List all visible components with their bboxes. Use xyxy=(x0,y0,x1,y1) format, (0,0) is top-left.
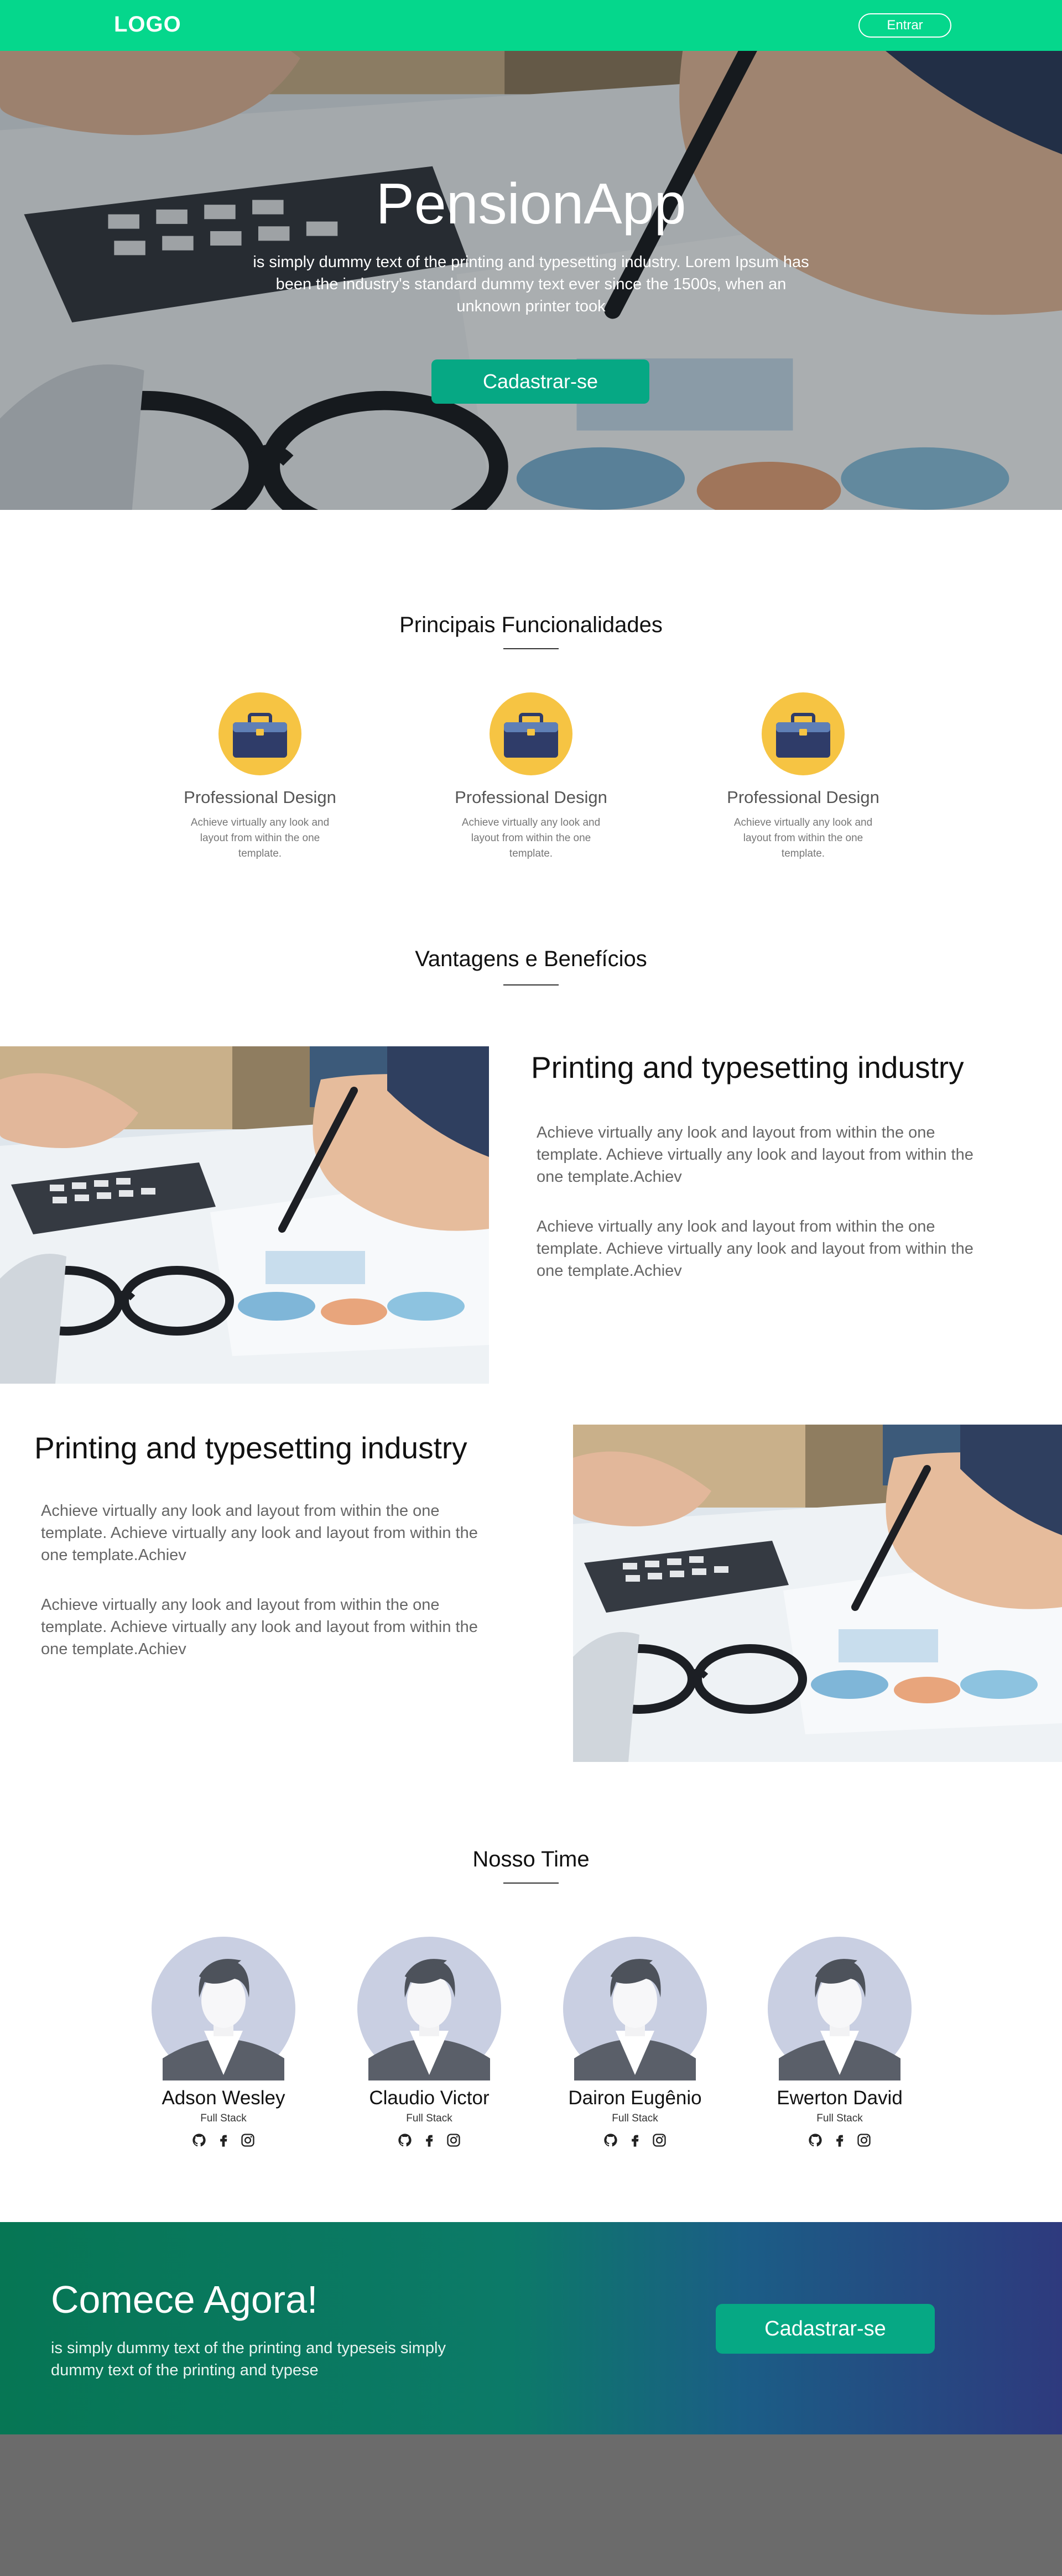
social-links xyxy=(152,2132,295,2148)
facebook-icon[interactable] xyxy=(216,2132,231,2148)
briefcase-icon xyxy=(762,692,845,775)
instagram-icon[interactable] xyxy=(652,2132,667,2148)
social-links xyxy=(768,2132,912,2148)
avatar xyxy=(357,1937,501,2080)
member-role: Full Stack xyxy=(816,2113,863,2124)
feature-title: Professional Design xyxy=(727,788,879,807)
facebook-icon[interactable] xyxy=(832,2132,847,2148)
team-member-card: Claudio Victor Full Stack xyxy=(357,1937,501,2148)
benefits-title: Vantagens e Benefícios xyxy=(415,947,647,971)
team-title: Nosso Time xyxy=(472,1847,590,1871)
feature-card: Professional Design Achieve virtually an… xyxy=(171,692,348,862)
benefit-paragraph: Achieve virtually any look and layout fr… xyxy=(537,1218,974,1280)
benefit-image xyxy=(573,1425,1062,1762)
navbar: LOGO Entrar xyxy=(0,0,1062,51)
hero-description: is simply dummy text of the printing and… xyxy=(253,253,809,315)
benefit-paragraph: Achieve virtually any look and layout fr… xyxy=(41,1596,478,1658)
hero-signup-button[interactable]: Cadastrar-se xyxy=(431,359,649,404)
benefit-paragraph: Achieve virtually any look and layout fr… xyxy=(41,1502,478,1564)
cta-signup-button[interactable]: Cadastrar-se xyxy=(716,2304,935,2354)
benefit-heading: Printing and typesetting industry xyxy=(531,1050,964,1084)
feature-title: Professional Design xyxy=(455,788,607,807)
member-name: Claudio Victor xyxy=(369,2087,490,2109)
login-button[interactable]: Entrar xyxy=(858,13,951,38)
cta-section: Comece Agora! is simply dummy text of th… xyxy=(0,2222,1062,2434)
benefit-heading: Printing and typesetting industry xyxy=(34,1431,467,1465)
github-icon[interactable] xyxy=(191,2132,207,2148)
member-role: Full Stack xyxy=(200,2113,247,2124)
member-name: Dairon Eugênio xyxy=(568,2087,702,2109)
hero-section: PensionApp is simply dummy text of the p… xyxy=(0,51,1062,510)
github-icon[interactable] xyxy=(603,2132,618,2148)
instagram-icon[interactable] xyxy=(240,2132,256,2148)
avatar xyxy=(768,1937,912,2080)
feature-card: Professional Design Achieve virtually an… xyxy=(442,692,620,862)
social-links xyxy=(357,2132,501,2148)
team-member-card: Adson Wesley Full Stack xyxy=(152,1937,295,2148)
benefit-image xyxy=(0,1046,489,1384)
features-title: Principais Funcionalidades xyxy=(399,613,663,637)
github-icon[interactable] xyxy=(808,2132,823,2148)
briefcase-icon xyxy=(490,692,572,775)
instagram-icon[interactable] xyxy=(856,2132,872,2148)
member-role: Full Stack xyxy=(612,2113,658,2124)
benefits-title-underline xyxy=(503,984,559,985)
team-member-card: Dairon Eugênio Full Stack xyxy=(563,1937,707,2148)
github-icon[interactable] xyxy=(397,2132,413,2148)
cta-title: Comece Agora! xyxy=(51,2278,318,2321)
footer xyxy=(0,2434,1062,2576)
member-role: Full Stack xyxy=(406,2113,452,2124)
avatar xyxy=(152,1937,295,2080)
member-name: Ewerton David xyxy=(777,2087,903,2109)
social-links xyxy=(563,2132,707,2148)
feature-title: Professional Design xyxy=(184,788,336,807)
benefit-paragraph: Achieve virtually any look and layout fr… xyxy=(537,1124,974,1186)
instagram-icon[interactable] xyxy=(446,2132,461,2148)
team-title-underline xyxy=(503,1883,559,1884)
briefcase-icon xyxy=(218,692,301,775)
features-title-underline xyxy=(503,648,559,649)
feature-text: Achieve virtually any look and layout fr… xyxy=(461,817,601,859)
member-name: Adson Wesley xyxy=(162,2087,285,2109)
avatar xyxy=(563,1937,707,2080)
feature-text: Achieve virtually any look and layout fr… xyxy=(733,817,873,859)
facebook-icon[interactable] xyxy=(627,2132,643,2148)
cta-text: is simply dummy text of the printing and… xyxy=(51,2339,446,2379)
facebook-icon[interactable] xyxy=(421,2132,437,2148)
feature-text: Achieve virtually any look and layout fr… xyxy=(190,817,330,859)
logo[interactable]: LOGO xyxy=(114,12,181,37)
hero-title: PensionApp xyxy=(376,172,686,236)
feature-card: Professional Design Achieve virtually an… xyxy=(715,692,892,862)
team-member-card: Ewerton David Full Stack xyxy=(768,1937,912,2148)
